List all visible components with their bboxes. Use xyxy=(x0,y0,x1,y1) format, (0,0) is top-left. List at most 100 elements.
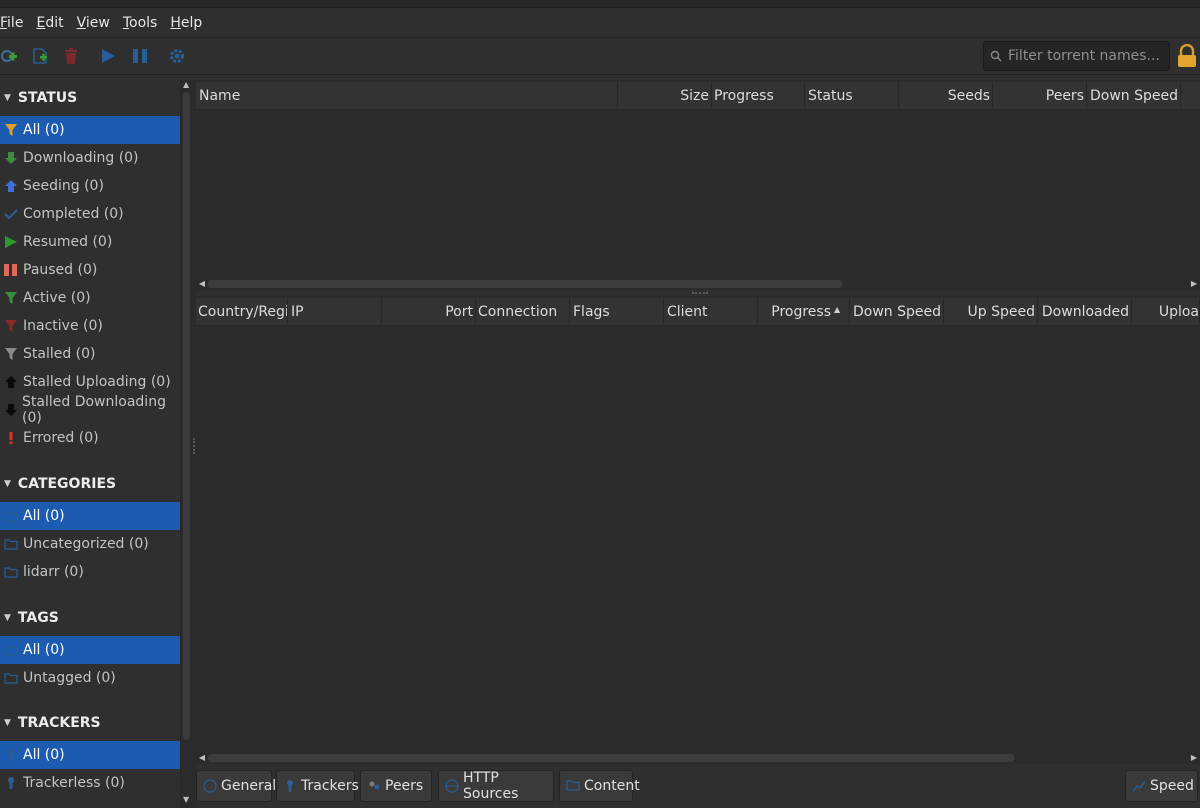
torrent-table-header: Name Size Progress Status Seeds Peers Do… xyxy=(196,82,1200,110)
column-uploaded[interactable]: Uploa xyxy=(1132,298,1200,326)
status-stalled-uploading[interactable]: Stalled Uploading (0) xyxy=(0,368,180,396)
tab-http-sources[interactable]: HTTP Sources xyxy=(438,770,554,802)
delete-icon[interactable] xyxy=(62,47,80,65)
speed-button[interactable]: Speed xyxy=(1125,770,1198,802)
tab-trackers[interactable]: Trackers xyxy=(276,770,359,802)
options-gear-icon[interactable] xyxy=(168,47,186,65)
collapse-caret-icon: ▼ xyxy=(4,479,11,489)
title-strip xyxy=(0,0,1200,8)
menu-tools[interactable]: Tools xyxy=(123,15,171,31)
sidebar-scrollbar[interactable]: ▲ ▼ xyxy=(180,80,192,808)
menu-file[interactable]: File xyxy=(0,15,36,31)
tag-icon xyxy=(3,670,19,686)
column-down-speed[interactable]: Down Speed xyxy=(1087,82,1181,110)
status-inactive[interactable]: Inactive (0) xyxy=(0,312,180,340)
info-icon xyxy=(203,779,217,793)
status-active[interactable]: Active (0) xyxy=(0,284,180,312)
filter-funnel-icon xyxy=(3,290,19,306)
torrent-table-hscroll[interactable]: ◀ ▶ xyxy=(196,278,1200,290)
column-flags[interactable]: Flags xyxy=(570,298,664,326)
status-stalled[interactable]: Stalled (0) xyxy=(0,340,180,368)
menubar: File Edit View Tools Help xyxy=(0,8,1200,38)
folder-icon xyxy=(3,508,19,524)
tracker-icon xyxy=(3,747,19,763)
peers-table-scroll-thumb[interactable] xyxy=(208,754,1014,762)
peers-table-hscroll[interactable]: ◀ ▶ xyxy=(196,752,1200,764)
sidebar: ▼ STATUS All (0) Downloading (0) Seeding … xyxy=(0,80,180,808)
resume-icon[interactable] xyxy=(99,47,117,65)
column-country[interactable]: Country/Regio xyxy=(196,298,288,326)
status-all[interactable]: All (0) xyxy=(0,116,180,144)
scroll-left-arrow-icon[interactable]: ◀ xyxy=(196,752,208,764)
tracker-trackerless[interactable]: Trackerless (0) xyxy=(0,769,180,797)
tracker-icon xyxy=(3,775,19,791)
scroll-right-arrow-icon[interactable]: ▶ xyxy=(1188,752,1200,764)
exclamation-icon xyxy=(3,430,19,446)
sort-ascending-icon: ▲ xyxy=(834,305,841,314)
status-completed[interactable]: Completed (0) xyxy=(0,200,180,228)
column-seeds[interactable]: Seeds xyxy=(899,82,993,110)
folder-icon xyxy=(566,779,580,793)
menu-view[interactable]: View xyxy=(77,15,123,31)
scroll-left-arrow-icon[interactable]: ◀ xyxy=(196,278,208,290)
qbittorrent-window: File Edit View Tools Help Filter torrent… xyxy=(0,0,1200,808)
status-resumed[interactable]: Resumed (0) xyxy=(0,228,180,256)
column-size[interactable]: Size xyxy=(618,82,712,110)
tab-general[interactable]: General xyxy=(196,770,276,802)
filter-input[interactable]: Filter torrent names... xyxy=(983,41,1170,71)
tag-all[interactable]: All (0) xyxy=(0,636,180,664)
menu-help[interactable]: Help xyxy=(170,15,215,31)
arrow-up-icon xyxy=(3,374,19,390)
folder-icon xyxy=(3,564,19,580)
status-errored[interactable]: Errored (0) xyxy=(0,424,180,452)
menu-edit[interactable]: Edit xyxy=(36,15,76,31)
pause-icon xyxy=(3,262,19,278)
status-paused[interactable]: Paused (0) xyxy=(0,256,180,284)
tab-content[interactable]: Content xyxy=(559,770,640,802)
column-connection[interactable]: Connection xyxy=(476,298,570,326)
status-downloading[interactable]: Downloading (0) xyxy=(0,144,180,172)
pause-icon[interactable] xyxy=(131,47,149,65)
column-port[interactable]: Port xyxy=(382,298,476,326)
column-peers[interactable]: Peers xyxy=(993,82,1087,110)
section-tags[interactable]: ▼ TAGS xyxy=(0,604,180,632)
section-categories[interactable]: ▼ CATEGORIES xyxy=(0,470,180,498)
tab-peers[interactable]: Peers xyxy=(360,770,432,802)
add-torrent-file-icon[interactable] xyxy=(31,47,49,65)
add-torrent-link-icon[interactable] xyxy=(0,47,18,65)
column-down-speed[interactable]: Down Speed xyxy=(850,298,944,326)
category-all[interactable]: All (0) xyxy=(0,502,180,530)
section-status[interactable]: ▼ STATUS xyxy=(0,84,180,112)
tracker-all[interactable]: All (0) xyxy=(0,741,180,769)
collapse-caret-icon: ▼ xyxy=(4,93,11,103)
peers-table: Country/Regio IP Port Connection Flags C… xyxy=(196,296,1200,764)
column-ip[interactable]: IP xyxy=(288,298,382,326)
filter-funnel-icon xyxy=(3,122,19,138)
lock-icon[interactable] xyxy=(1176,43,1198,68)
torrent-table: Name Size Progress Status Seeds Peers Do… xyxy=(196,80,1200,290)
torrent-table-scroll-thumb[interactable] xyxy=(208,280,842,288)
tracker-icon xyxy=(283,779,297,793)
sidebar-scroll-thumb[interactable] xyxy=(183,92,190,740)
column-name[interactable]: Name xyxy=(196,82,618,110)
scroll-down-arrow-icon[interactable]: ▼ xyxy=(183,796,191,804)
category-uncategorized[interactable]: Uncategorized (0) xyxy=(0,530,180,558)
status-stalled-downloading[interactable]: Stalled Downloading (0) xyxy=(0,394,180,426)
section-trackers[interactable]: ▼ TRACKERS xyxy=(0,709,180,737)
tag-untagged[interactable]: Untagged (0) xyxy=(0,664,180,692)
folder-icon xyxy=(3,536,19,552)
filter-funnel-icon xyxy=(3,346,19,362)
status-seeding[interactable]: Seeding (0) xyxy=(0,172,180,200)
scroll-right-arrow-icon[interactable]: ▶ xyxy=(1188,278,1200,290)
scroll-up-arrow-icon[interactable]: ▲ xyxy=(183,81,191,89)
column-up-speed[interactable]: Up Speed xyxy=(944,298,1038,326)
arrow-down-icon xyxy=(3,150,19,166)
column-progress[interactable]: Progress xyxy=(712,82,805,110)
column-client[interactable]: Client xyxy=(664,298,758,326)
speed-graph-icon xyxy=(1132,779,1146,793)
arrow-down-icon xyxy=(3,402,18,418)
column-downloaded[interactable]: Downloaded xyxy=(1038,298,1132,326)
column-status[interactable]: Status xyxy=(805,82,899,110)
category-lidarr[interactable]: lidarr (0) xyxy=(0,558,180,586)
checkmark-icon xyxy=(3,206,19,222)
